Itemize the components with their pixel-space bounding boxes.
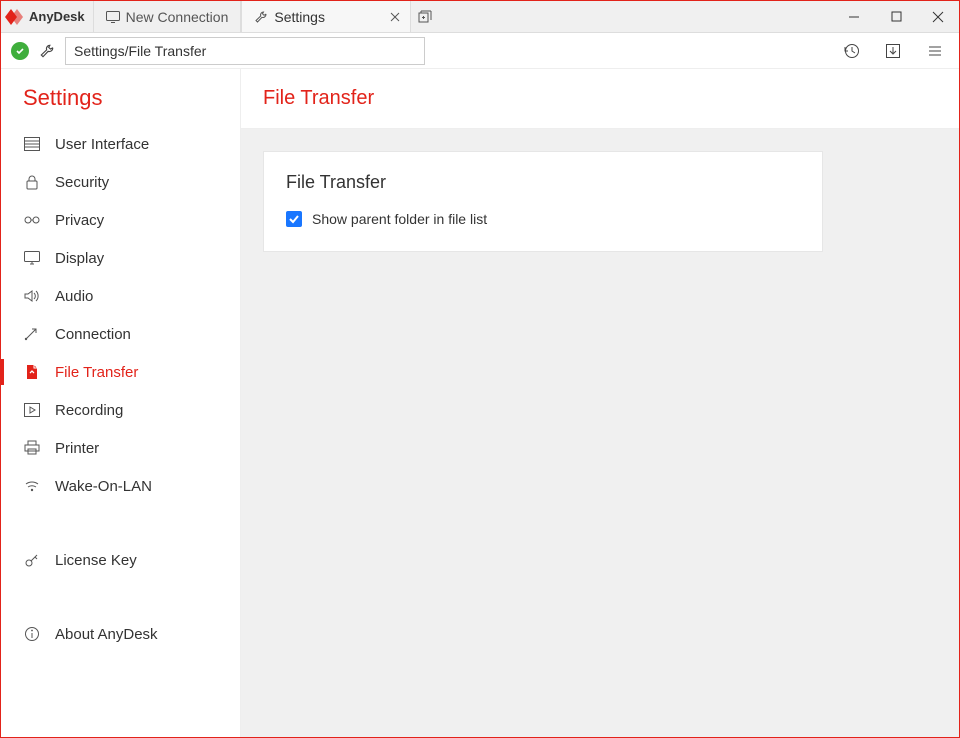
monitor-icon <box>23 249 41 267</box>
sidebar-item-label: Recording <box>55 402 123 419</box>
sidebar-item-file-transfer[interactable]: File Transfer <box>1 353 240 391</box>
key-icon <box>23 551 41 569</box>
file-transfer-card: File Transfer Show parent folder in file… <box>263 151 823 252</box>
connection-icon <box>23 325 41 343</box>
address-input[interactable] <box>65 37 425 65</box>
sidebar-item-label: License Key <box>55 552 137 569</box>
sidebar-item-user-interface[interactable]: User Interface <box>1 125 240 163</box>
tab-new-connection[interactable]: New Connection <box>93 1 242 32</box>
ui-icon <box>23 135 41 153</box>
sidebar-item-wake-on-lan[interactable]: Wake-On-LAN <box>1 467 240 505</box>
page-title: File Transfer <box>263 87 937 110</box>
sidebar-item-label: Printer <box>55 440 99 457</box>
window-controls <box>833 1 959 32</box>
glasses-icon <box>23 211 41 229</box>
status-ok-icon <box>11 42 29 60</box>
sidebar-item-label: About AnyDesk <box>55 626 158 643</box>
tab-label: Settings <box>274 9 325 25</box>
sidebar-item-label: Connection <box>55 326 131 343</box>
tab-settings[interactable]: Settings <box>241 1 411 32</box>
sidebar-item-connection[interactable]: Connection <box>1 315 240 353</box>
sidebar-item-license-key[interactable]: License Key <box>1 541 240 579</box>
printer-icon <box>23 439 41 457</box>
sidebar-item-recording[interactable]: Recording <box>1 391 240 429</box>
speaker-icon <box>23 287 41 305</box>
titlebar-spacer <box>439 1 833 32</box>
main-panel: File Transfer File Transfer Show parent … <box>241 69 959 737</box>
show-parent-folder-checkbox[interactable]: Show parent folder in file list <box>286 211 800 227</box>
close-tab-button[interactable] <box>388 10 402 24</box>
settings-nav: User Interface Security Privacy Display … <box>1 125 240 653</box>
history-button[interactable] <box>837 37 865 65</box>
sidebar-item-label: User Interface <box>55 136 149 153</box>
settings-sidebar: Settings User Interface Security Privacy… <box>1 69 241 737</box>
sidebar-gap <box>1 505 240 541</box>
main-header: File Transfer <box>241 69 959 129</box>
titlebar: AnyDesk New Connection Settings <box>1 1 959 33</box>
app-name: AnyDesk <box>29 9 85 24</box>
new-tab-button[interactable] <box>411 1 439 32</box>
maximize-button[interactable] <box>875 1 917 32</box>
close-window-button[interactable] <box>917 1 959 32</box>
info-icon <box>23 625 41 643</box>
wifi-icon <box>23 477 41 495</box>
menu-button[interactable] <box>921 37 949 65</box>
card-heading: File Transfer <box>286 172 800 193</box>
app-window: AnyDesk New Connection Settings <box>0 0 960 738</box>
sidebar-item-printer[interactable]: Printer <box>1 429 240 467</box>
file-icon <box>23 363 41 381</box>
tab-label: New Connection <box>126 9 229 25</box>
minimize-button[interactable] <box>833 1 875 32</box>
install-button[interactable] <box>879 37 907 65</box>
lock-icon <box>23 173 41 191</box>
anydesk-logo-icon <box>5 9 25 25</box>
sidebar-item-security[interactable]: Security <box>1 163 240 201</box>
recording-icon <box>23 401 41 419</box>
sidebar-item-privacy[interactable]: Privacy <box>1 201 240 239</box>
checkbox-checked-icon <box>286 211 302 227</box>
sidebar-item-label: Privacy <box>55 212 104 229</box>
sidebar-item-about[interactable]: About AnyDesk <box>1 615 240 653</box>
wrench-icon <box>37 41 57 61</box>
sidebar-item-display[interactable]: Display <box>1 239 240 277</box>
monitor-icon <box>106 10 120 24</box>
sidebar-item-label: Wake-On-LAN <box>55 478 152 495</box>
sidebar-item-label: Audio <box>55 288 93 305</box>
sidebar-item-label: Security <box>55 174 109 191</box>
sidebar-item-label: File Transfer <box>55 364 138 381</box>
sidebar-item-audio[interactable]: Audio <box>1 277 240 315</box>
wrench-icon <box>254 10 268 24</box>
sidebar-gap <box>1 579 240 615</box>
tab-strip: New Connection Settings <box>93 1 440 32</box>
content-area: File Transfer Show parent folder in file… <box>241 129 959 274</box>
body: Settings User Interface Security Privacy… <box>1 69 959 737</box>
address-bar <box>1 33 959 69</box>
sidebar-title: Settings <box>1 85 240 125</box>
sidebar-item-label: Display <box>55 250 104 267</box>
checkbox-label: Show parent folder in file list <box>312 211 487 227</box>
app-logo-area: AnyDesk <box>1 1 93 32</box>
